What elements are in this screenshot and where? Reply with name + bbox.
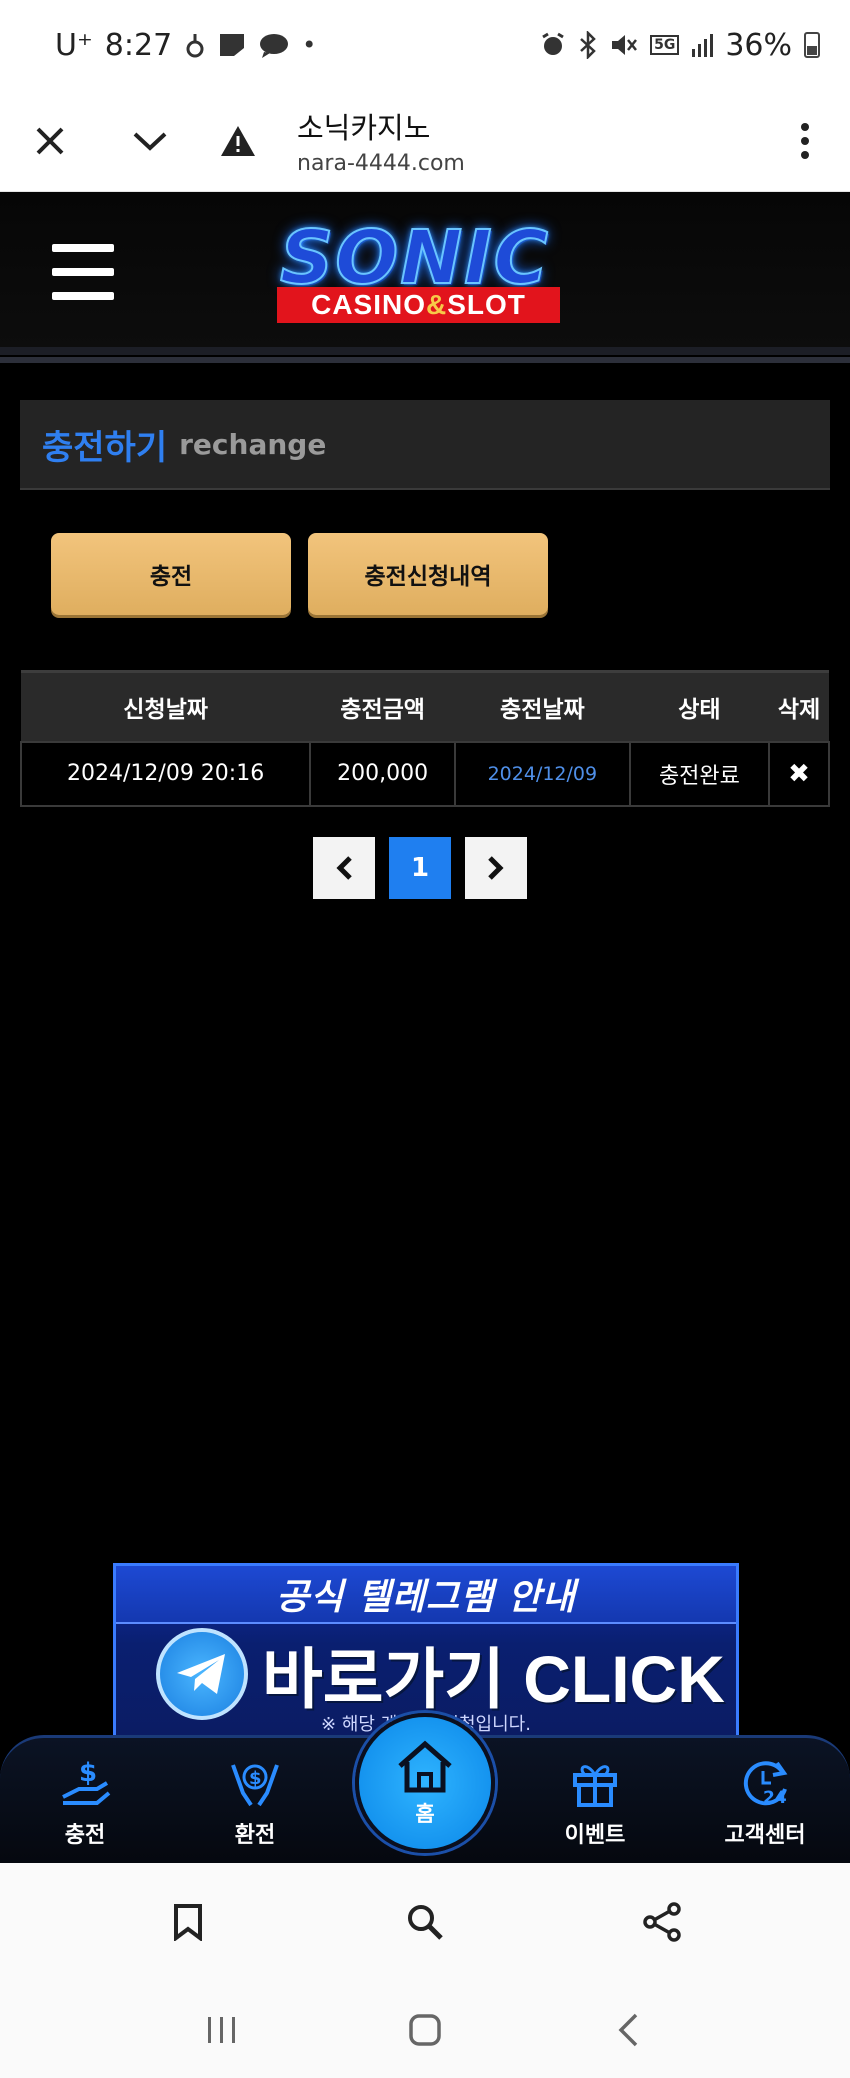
nav-home[interactable]: 홈	[355, 1713, 495, 1853]
share-icon	[642, 1902, 681, 1942]
cell-amount: 200,000	[309, 740, 456, 807]
hamburger-line	[52, 292, 114, 300]
telegram-icon	[156, 1628, 248, 1720]
close-tab-button[interactable]	[0, 90, 100, 192]
site-logo[interactable]: SONIC CASINO&SLOT	[245, 216, 585, 327]
browser-toolbar	[0, 1863, 850, 1981]
hamburger-line	[52, 244, 114, 252]
telegram-cta: 바로가기 CLICK	[262, 1642, 725, 1716]
cell-charge-date: 2024/12/09	[454, 740, 631, 807]
system-nav-bar	[0, 1981, 850, 2078]
nav-withdraw[interactable]: $ 환전	[185, 1738, 325, 1866]
signal-icon	[691, 33, 714, 57]
cell-delete: ✖	[768, 740, 830, 807]
page-1-button[interactable]: 1	[389, 837, 451, 899]
header-request-date: 신청날짜	[21, 670, 311, 742]
clock: 8:27	[104, 27, 173, 63]
bookmark-icon	[174, 1904, 203, 1941]
warning-icon	[220, 125, 255, 156]
recents-icon	[207, 2016, 235, 2043]
bookmark-button[interactable]	[153, 1887, 223, 1957]
more-vert-icon	[801, 122, 809, 159]
next-page-button[interactable]	[465, 837, 527, 899]
site-warning-button[interactable]	[200, 90, 275, 192]
header-amount: 충전금액	[310, 670, 455, 742]
mute-icon	[610, 32, 638, 58]
back-chevron-icon	[618, 2013, 638, 2046]
chevron-down-icon	[133, 132, 167, 151]
nav-withdraw-label: 환전	[234, 1823, 276, 1848]
note-icon	[218, 32, 246, 58]
logo-slot: SLOT	[447, 289, 526, 320]
home-square-icon	[409, 2013, 441, 2046]
svg-text:$: $	[249, 1768, 262, 1789]
pagination: 1	[313, 837, 527, 899]
battery-percent: 36%	[725, 27, 792, 63]
dot-icon: •	[302, 31, 317, 59]
home-system-button[interactable]	[385, 1995, 465, 2065]
browser-address-bar: 소닉카지노 nara-4444.com	[0, 90, 850, 192]
svg-text:24: 24	[763, 1788, 787, 1808]
bluetooth-icon	[578, 31, 598, 59]
collapse-button[interactable]	[100, 90, 200, 192]
cell-request-date: 2024/12/09 20:16	[19, 740, 312, 807]
battery-icon	[804, 32, 820, 58]
logo-ampersand: &	[426, 289, 448, 320]
page-title: 소닉카지노	[297, 111, 431, 145]
section-title-main: 충전하기	[42, 427, 168, 468]
gift-icon	[567, 1755, 623, 1811]
logo-subtitle: CASINO&SLOT	[277, 287, 560, 323]
charge-button[interactable]: 충전	[51, 533, 291, 615]
telegram-banner-heading: 공식 텔레그램 안내	[116, 1566, 736, 1624]
table-header-row: 신청날짜 충전금액 충전날짜 상태 삭제	[21, 670, 829, 742]
deposit-icon: $	[57, 1755, 113, 1811]
chevron-right-icon	[488, 856, 504, 880]
notification-icon	[184, 32, 206, 58]
nav-home-label: 홈	[415, 1802, 435, 1826]
back-button[interactable]	[588, 1995, 668, 2065]
home-icon	[398, 1740, 452, 1793]
header-charge-date: 충전날짜	[455, 670, 630, 742]
nav-support-label: 고객센터	[724, 1823, 806, 1848]
search-icon	[407, 1905, 443, 1940]
status-left: U⁺ 8:27 •	[55, 28, 316, 63]
svg-text:$: $	[79, 1758, 97, 1788]
recents-button[interactable]	[182, 1995, 262, 2065]
nav-event[interactable]: 이벤트	[525, 1738, 665, 1866]
nav-deposit-label: 충전	[64, 1823, 106, 1848]
site-header: SONIC CASINO&SLOT	[0, 192, 850, 363]
nav-support[interactable]: 24 고객센터	[695, 1738, 835, 1866]
menu-button[interactable]	[52, 244, 114, 300]
close-icon	[36, 127, 64, 154]
carrier-label: U⁺	[55, 27, 93, 63]
section-title: 충전하기 rechange	[20, 400, 830, 490]
page-info[interactable]: 소닉카지노 nara-4444.com	[297, 105, 465, 176]
delete-icon[interactable]: ✖	[788, 759, 810, 789]
header-delete: 삭제	[769, 670, 829, 742]
support-24-icon: 24	[737, 1755, 793, 1811]
header-status: 상태	[629, 670, 770, 742]
prev-page-button[interactable]	[313, 837, 375, 899]
charge-history-table: 신청날짜 충전금액 충전날짜 상태 삭제 2024/12/09 20:16 20…	[19, 670, 830, 807]
nav-deposit[interactable]: $ 충전	[15, 1738, 155, 1866]
withdraw-icon: $	[227, 1755, 283, 1811]
chevron-left-icon	[336, 856, 352, 880]
browser-menu-button[interactable]	[760, 122, 850, 160]
telegram-banner-body: 바로가기 CLICK	[116, 1624, 736, 1724]
share-button[interactable]	[627, 1887, 697, 1957]
charge-history-button[interactable]: 충전신청내역	[308, 533, 548, 615]
status-right: 5G 36%	[540, 28, 820, 63]
table-row: 2024/12/09 20:16 200,000 2024/12/09 충전완료…	[19, 740, 830, 807]
search-button[interactable]	[390, 1887, 460, 1957]
cell-status: 충전완료	[628, 740, 771, 807]
logo-casino: CASINO	[311, 289, 426, 320]
nav-event-label: 이벤트	[564, 1823, 626, 1848]
network-5g-icon: 5G	[650, 35, 680, 55]
chat-icon	[258, 32, 290, 58]
section-title-sub: rechange	[179, 427, 327, 461]
status-bar: U⁺ 8:27 • 5G 36%	[0, 0, 850, 90]
page-url: nara-4444.com	[297, 151, 465, 176]
alarm-icon	[540, 32, 566, 58]
hamburger-line	[52, 268, 114, 276]
